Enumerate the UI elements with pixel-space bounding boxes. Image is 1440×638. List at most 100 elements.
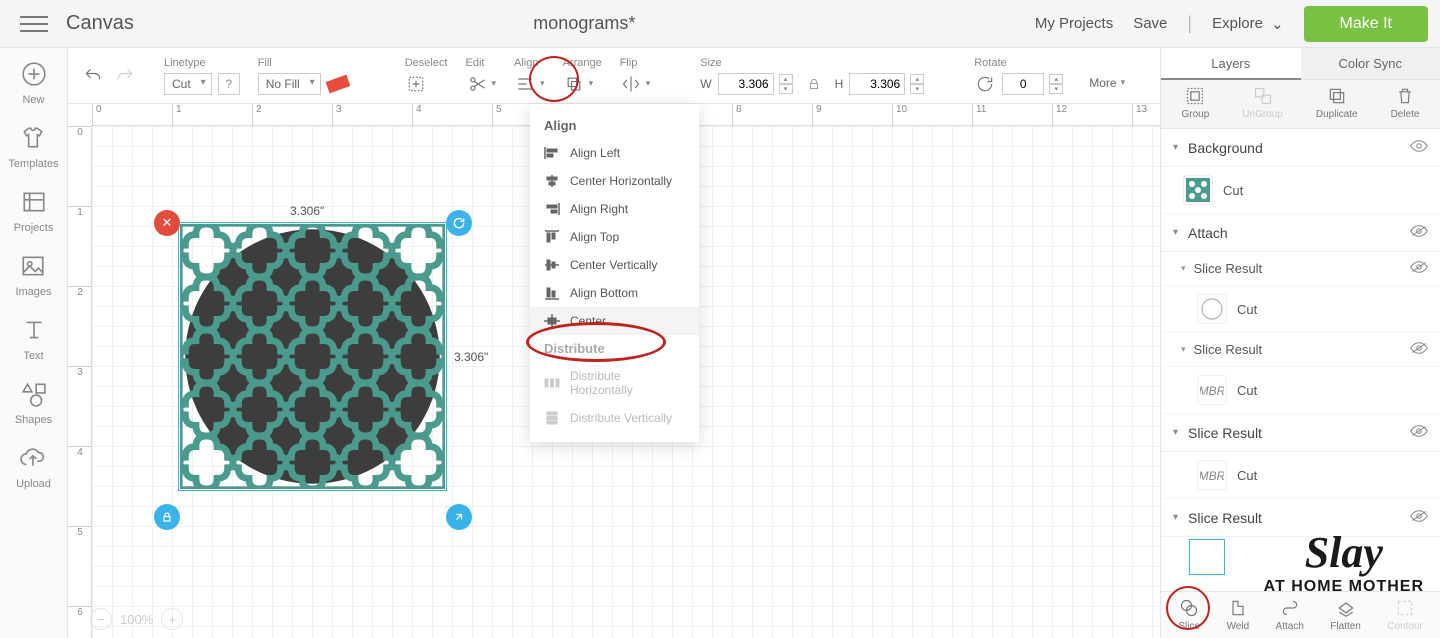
visibility-off-icon[interactable] <box>1410 424 1428 441</box>
make-it-button[interactable]: Make It <box>1304 6 1428 42</box>
zoom-value: 100% <box>120 612 153 627</box>
tshirt-icon <box>19 124 47 152</box>
delete-handle[interactable]: ✕ <box>154 210 180 236</box>
center-vertically-item[interactable]: Center Vertically <box>530 251 699 279</box>
edit-dropdown[interactable] <box>466 73 497 95</box>
linetype-group: Linetype Cut ? <box>164 57 240 95</box>
layer-group-header[interactable]: ▾ Slice Result <box>1161 499 1440 537</box>
height-stepper[interactable]: ▴▾ <box>910 74 924 94</box>
height-letter: H <box>835 77 844 91</box>
selection-box[interactable] <box>178 222 447 491</box>
my-projects-link[interactable]: My Projects <box>1035 15 1113 32</box>
layer-item[interactable]: MBR Cut <box>1161 452 1440 499</box>
ruler-tick: 2 <box>68 286 92 298</box>
more-dropdown[interactable]: More <box>1089 76 1125 90</box>
fill-select[interactable]: No Fill <box>258 73 321 95</box>
rotate-handle[interactable] <box>446 210 472 236</box>
tab-colorsync[interactable]: Color Sync <box>1301 48 1440 80</box>
layer-group-header[interactable]: ▾ Background <box>1161 129 1440 167</box>
flatten-button[interactable]: Flatten <box>1330 598 1361 632</box>
layer-actions: Group UnGroup Duplicate Delete <box>1161 80 1440 129</box>
flip-group: Flip <box>620 57 651 95</box>
rotate-stepper[interactable]: ▴▾ <box>1049 74 1063 94</box>
menu-icon[interactable] <box>20 10 48 38</box>
align-left-icon <box>544 146 560 160</box>
align-right-item[interactable]: Align Right <box>530 195 699 223</box>
caret-down-icon: ▾ <box>1181 344 1186 355</box>
layer-item[interactable]: Cut <box>1161 167 1440 214</box>
ruler-tick: 12 <box>1052 104 1067 126</box>
align-label: Align <box>514 57 538 69</box>
zoom-in-button[interactable]: + <box>161 608 183 630</box>
height-input[interactable] <box>849 73 905 95</box>
ruler-tick: 4 <box>412 104 422 126</box>
align-bottom-item[interactable]: Align Bottom <box>530 279 699 307</box>
document-title[interactable]: monograms* <box>134 13 1035 34</box>
duplicate-button[interactable]: Duplicate <box>1316 86 1358 120</box>
layer-thumb-monogram: MBR <box>1197 460 1227 490</box>
layer-subgroup[interactable]: ▾ Slice Result <box>1161 252 1440 286</box>
linetype-help-button[interactable]: ? <box>218 73 240 95</box>
visibility-off-icon[interactable] <box>1410 341 1428 358</box>
distribute-v-item: Distribute Vertically <box>530 404 699 432</box>
arrange-dropdown[interactable] <box>563 73 594 95</box>
deselect-label: Deselect <box>405 57 448 69</box>
layer-group-attach: ▾ Attach ▾ Slice Result Cut ▾ Slice Resu… <box>1161 214 1440 414</box>
layer-group-header[interactable]: ▾ Slice Result <box>1161 414 1440 452</box>
group-button[interactable]: Group <box>1182 86 1210 120</box>
fill-color-swatch[interactable] <box>327 73 349 95</box>
zoom-out-button[interactable]: − <box>90 608 112 630</box>
deselect-button[interactable] <box>405 73 427 95</box>
zoom-controls: − 100% + <box>90 608 183 630</box>
caret-down-icon: ▾ <box>1173 227 1178 238</box>
resize-handle[interactable] <box>446 504 472 530</box>
header-right: My Projects Save | Explore ⌄ Make It <box>1035 6 1428 42</box>
distribute-v-icon <box>544 411 560 425</box>
align-dropdown[interactable] <box>514 73 545 95</box>
redo-icon[interactable] <box>114 65 136 87</box>
lock-aspect-icon[interactable] <box>803 73 825 95</box>
center-horizontally-item[interactable]: Center Horizontally <box>530 167 699 195</box>
leftrail-upload[interactable]: Upload <box>16 444 51 490</box>
leftrail-images[interactable]: Images <box>15 252 51 298</box>
leftrail-templates[interactable]: Templates <box>8 124 58 170</box>
ruler-tick: 5 <box>68 526 92 538</box>
leftrail-projects[interactable]: Projects <box>14 188 54 234</box>
layer-item[interactable]: MBR Cut <box>1161 367 1440 414</box>
leftrail-shapes[interactable]: Shapes <box>15 380 52 426</box>
save-link[interactable]: Save <box>1133 15 1167 32</box>
layer-item[interactable]: Cut <box>1161 286 1440 333</box>
layer-group-sliceresult: ▾ Slice Result MBR Cut <box>1161 414 1440 499</box>
weld-button[interactable]: Weld <box>1227 598 1250 632</box>
leftrail-text[interactable]: Text <box>20 316 48 362</box>
visibility-eye-icon[interactable] <box>1410 139 1428 156</box>
width-stepper[interactable]: ▴▾ <box>779 74 793 94</box>
tab-layers[interactable]: Layers <box>1161 48 1301 80</box>
attach-button[interactable]: Attach <box>1276 598 1304 632</box>
distribute-h-icon <box>544 376 560 390</box>
ungroup-button: UnGroup <box>1242 86 1283 120</box>
ruler-tick: 0 <box>68 126 92 138</box>
layer-subgroup[interactable]: ▾ Slice Result <box>1161 333 1440 367</box>
width-input[interactable] <box>718 73 774 95</box>
align-top-item[interactable]: Align Top <box>530 223 699 251</box>
flip-dropdown[interactable] <box>620 73 651 95</box>
rotate-input[interactable] <box>1002 73 1044 95</box>
layer-group-header[interactable]: ▾ Attach <box>1161 214 1440 252</box>
visibility-off-icon[interactable] <box>1410 509 1428 526</box>
leftrail-new[interactable]: New <box>20 60 48 106</box>
delete-button[interactable]: Delete <box>1391 86 1420 120</box>
undo-icon[interactable] <box>82 65 104 87</box>
layer-selected-thumb <box>1189 539 1225 575</box>
explore-dropdown[interactable]: Explore ⌄ <box>1212 15 1283 33</box>
plus-circle-icon <box>20 60 48 88</box>
visibility-off-icon[interactable] <box>1410 224 1428 241</box>
lock-handle[interactable] <box>154 504 180 530</box>
rotate-label: Rotate <box>974 57 1006 69</box>
linetype-select[interactable]: Cut <box>164 73 212 95</box>
slice-button[interactable]: Slice <box>1178 598 1200 632</box>
center-item[interactable]: Center <box>530 307 699 335</box>
align-left-item[interactable]: Align Left <box>530 139 699 167</box>
visibility-off-icon[interactable] <box>1410 260 1428 277</box>
align-top-icon <box>544 230 560 244</box>
